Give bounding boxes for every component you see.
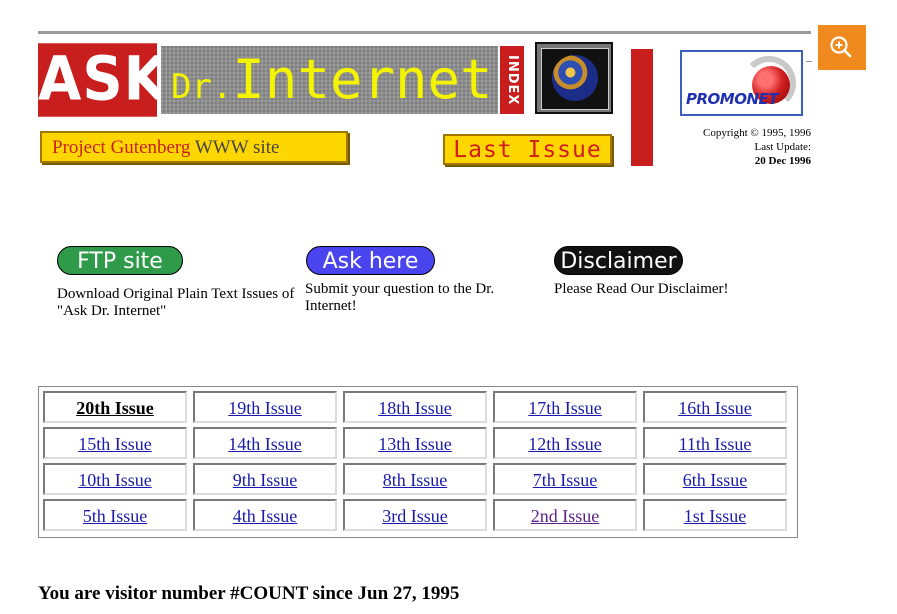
promonet-dash [806, 61, 812, 62]
issue-cell: 12th Issue [493, 427, 637, 459]
issue-link[interactable]: 10th Issue [78, 470, 152, 490]
last-update-label: Last Update: [754, 141, 811, 153]
ask-here-button[interactable]: Ask here [306, 246, 435, 275]
issue-link[interactable]: 2nd Issue [531, 506, 600, 526]
last-issue-label: Last Issue [453, 137, 602, 163]
ask-here-description: Submit your question to the Dr. Internet… [305, 281, 495, 314]
project-gutenberg-label: Project Gutenberg WWW site [52, 137, 279, 159]
issue-link[interactable]: 7th Issue [533, 470, 598, 490]
issue-cell: 16th Issue [643, 391, 787, 423]
project-gutenberg-text: Project Gutenberg [52, 137, 191, 158]
red-vertical-bar [631, 49, 653, 166]
logo-dr: Dr. [171, 67, 233, 107]
disclaimer-button[interactable]: Disclaimer [554, 246, 683, 275]
issue-link[interactable]: 8th Issue [383, 470, 448, 490]
issue-link[interactable]: 3rd Issue [382, 506, 448, 526]
issue-link[interactable]: 4th Issue [233, 506, 298, 526]
issue-link[interactable]: 19th Issue [228, 398, 302, 418]
globe-index-link[interactable] [535, 42, 613, 114]
logo-ask-text: ASK [38, 43, 167, 117]
last-update-date: 20 Dec 1996 [754, 155, 811, 167]
issues-table: 20th Issue 19th Issue 18th Issue 17th Is… [38, 386, 798, 538]
issue-link[interactable]: 12th Issue [528, 434, 602, 454]
issue-link[interactable]: 16th Issue [678, 398, 752, 418]
issue-cell: 9th Issue [193, 463, 337, 495]
issue-cell: 2nd Issue [493, 499, 637, 531]
issue-link[interactable]: 1st Issue [684, 506, 747, 526]
copyright-block: Copyright © 1995, 1996 Last Update: 20 D… [671, 126, 811, 168]
visitor-counter-text: You are visitor number #COUNT since Jun … [38, 583, 460, 604]
globe-background [541, 48, 609, 110]
www-site-text: WWW site [190, 137, 280, 158]
project-gutenberg-button[interactable]: Project Gutenberg WWW site [40, 131, 348, 163]
issue-cell: 13th Issue [343, 427, 487, 459]
issue-link[interactable]: 18th Issue [378, 398, 452, 418]
logo-index-label: INDEX [500, 46, 524, 114]
logo-dr-internet-text: Dr.Internet [161, 46, 498, 114]
issue-cell: 8th Issue [343, 463, 487, 495]
copyright-text: Copyright © 1995, 1996 [703, 127, 811, 139]
issue-link[interactable]: 9th Issue [233, 470, 298, 490]
issue-cell: 7th Issue [493, 463, 637, 495]
issue-cell: 3rd Issue [343, 499, 487, 531]
zoom-button[interactable] [818, 25, 866, 70]
issue-link[interactable]: 14th Issue [228, 434, 302, 454]
last-issue-button[interactable]: Last Issue [443, 134, 612, 165]
issue-link[interactable]: 13th Issue [378, 434, 452, 454]
logo-internet: Internet [232, 48, 493, 111]
issue-cell: 20th Issue [43, 391, 187, 423]
issue-cell: 11th Issue [643, 427, 787, 459]
issue-cell: 1st Issue [643, 499, 787, 531]
issue-cell: 15th Issue [43, 427, 187, 459]
issue-link[interactable]: 6th Issue [683, 470, 748, 490]
issue-cell: 19th Issue [193, 391, 337, 423]
globe-icon [552, 55, 598, 101]
zoom-in-icon [830, 36, 852, 58]
issue-link[interactable]: 11th Issue [679, 434, 752, 454]
issue-cell: 6th Issue [643, 463, 787, 495]
disclaimer-description: Please Read Our Disclaimer! [554, 281, 729, 297]
top-rule [38, 31, 811, 34]
promonet-logo-text: PROMONET [686, 90, 779, 108]
issue-cell: 10th Issue [43, 463, 187, 495]
issue-cell: 14th Issue [193, 427, 337, 459]
issue-link[interactable]: 15th Issue [78, 434, 152, 454]
issue-link[interactable]: 17th Issue [528, 398, 602, 418]
ftp-site-description: Download Original Plain Text Issues of "… [57, 286, 295, 319]
issue-cell: 17th Issue [493, 391, 637, 423]
issue-cell: 5th Issue [43, 499, 187, 531]
issue-link[interactable]: 5th Issue [83, 506, 148, 526]
ask-dr-internet-logo[interactable]: ASK Dr.Internet INDEX [38, 42, 616, 117]
issue-cell: 4th Issue [193, 499, 337, 531]
issue-link[interactable]: 20th Issue [76, 398, 154, 418]
promonet-logo[interactable]: PROMONET [680, 50, 803, 116]
ftp-site-button[interactable]: FTP site [57, 246, 183, 275]
issue-cell: 18th Issue [343, 391, 487, 423]
